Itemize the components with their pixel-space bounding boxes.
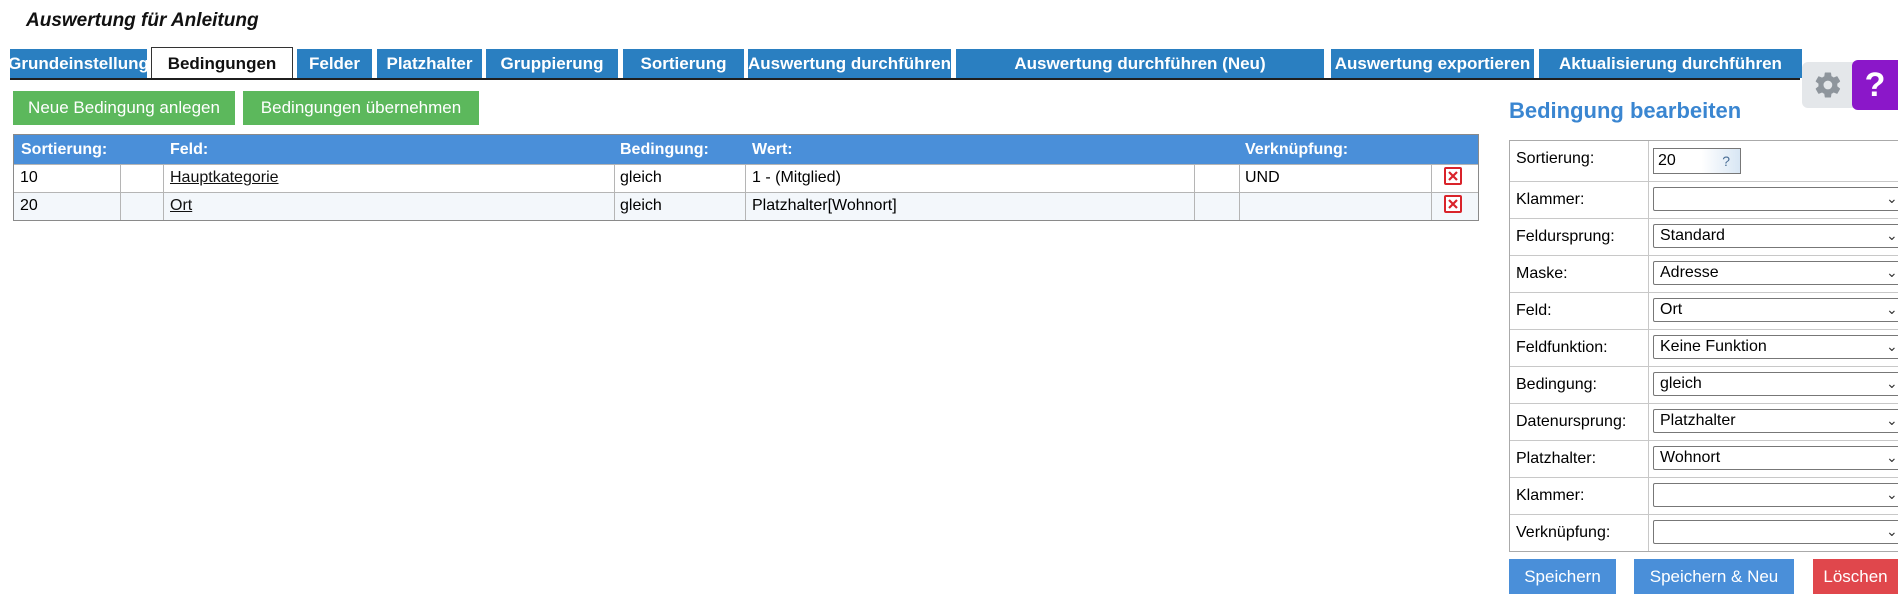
label-klammer-close: Klammer: (1516, 487, 1585, 504)
platzhalter-value: Wohnort (1660, 449, 1721, 466)
help-icon[interactable]: ? (1722, 149, 1730, 173)
tab-aktualisierung-durchfuehren[interactable]: Aktualisierung durchführen (1539, 49, 1802, 78)
chevron-down-icon: ⌄ (1886, 486, 1898, 502)
sortierung-input[interactable]: 20 ? (1653, 148, 1741, 174)
form-row-feldfunktion: Feldfunktion: Keine Funktion ⌄ (1510, 329, 1898, 366)
tab-bedingungen[interactable]: Bedingungen (151, 47, 293, 79)
tab-auswertung-exportieren[interactable]: Auswertung exportieren (1331, 49, 1534, 78)
bedingung-select[interactable]: gleich ⌄ (1653, 372, 1898, 396)
klammer-close-select[interactable]: ⌄ (1653, 483, 1898, 507)
cell-feld-link[interactable]: Hauptkategorie (170, 169, 279, 187)
question-mark-icon: ? (1864, 65, 1886, 104)
tab-grundeinstellung[interactable]: Grundeinstellung (8, 49, 149, 78)
tab-underline (10, 78, 1800, 80)
verknuepfung-select[interactable]: ⌄ (1653, 520, 1898, 544)
save-button[interactable]: Speichern (1509, 559, 1616, 594)
condition-edit-form: Sortierung: 20 ? Klammer: ⌄ Feldursprung… (1509, 140, 1898, 552)
chevron-down-icon: ⌄ (1886, 449, 1898, 465)
label-bedingung: Bedingung: (1516, 376, 1597, 393)
panel-title: Bedingung bearbeiten (1509, 98, 1742, 123)
label-sortierung: Sortierung: (1516, 150, 1595, 167)
save-new-button[interactable]: Speichern & Neu (1634, 559, 1794, 594)
datenursprung-select[interactable]: Platzhalter ⌄ (1653, 409, 1898, 433)
cell-wert: Platzhalter[Wohnort] (752, 197, 897, 214)
cell-feld-link[interactable]: Ort (170, 197, 192, 215)
cell-bedingung: gleich (620, 197, 662, 214)
feldursprung-select[interactable]: Standard ⌄ (1653, 224, 1898, 248)
form-row-klammer-close: Klammer: ⌄ (1510, 477, 1898, 514)
form-row-platzhalter: Platzhalter: Wohnort ⌄ (1510, 440, 1898, 477)
chevron-down-icon: ⌄ (1886, 338, 1898, 354)
header-bedingung: Bedingung: (620, 141, 709, 158)
form-row-feld: Feld: Ort ⌄ (1510, 292, 1898, 329)
label-platzhalter: Platzhalter: (1516, 450, 1597, 467)
label-feldursprung: Feldursprung: (1516, 228, 1615, 245)
form-row-verknuepfung: Verknüpfung: ⌄ (1510, 514, 1898, 551)
chevron-down-icon: ⌄ (1886, 375, 1898, 391)
chevron-down-icon: ⌄ (1886, 264, 1898, 280)
cell-wert: 1 - (Mitglied) (752, 169, 841, 186)
label-maske: Maske: (1516, 265, 1568, 282)
form-row-feldursprung: Feldursprung: Standard ⌄ (1510, 218, 1898, 255)
feld-select[interactable]: Ort ⌄ (1653, 298, 1898, 322)
delete-row-icon[interactable] (1444, 167, 1462, 185)
cell-sortierung: 10 (20, 169, 38, 186)
feldfunktion-select[interactable]: Keine Funktion ⌄ (1653, 335, 1898, 359)
cell-verknuepfung: UND (1245, 169, 1280, 186)
feldfunktion-value: Keine Funktion (1660, 338, 1767, 355)
table-row[interactable]: 10 Hauptkategorie gleich 1 - (Mitglied) … (14, 164, 1478, 192)
gear-icon (1815, 72, 1841, 98)
label-feldfunktion: Feldfunktion: (1516, 339, 1608, 356)
platzhalter-select[interactable]: Wohnort ⌄ (1653, 446, 1898, 470)
chevron-down-icon: ⌄ (1886, 301, 1898, 317)
table-row[interactable]: 20 Ort gleich Platzhalter[Wohnort] (14, 192, 1478, 220)
form-row-datenursprung: Datenursprung: Platzhalter ⌄ (1510, 403, 1898, 440)
datenursprung-value: Platzhalter (1660, 412, 1736, 429)
tab-felder[interactable]: Felder (297, 49, 372, 78)
header-feld: Feld: (170, 141, 209, 158)
delete-button[interactable]: Löschen (1813, 559, 1898, 594)
chevron-down-icon: ⌄ (1886, 190, 1898, 206)
tab-sortierung[interactable]: Sortierung (623, 49, 744, 78)
label-klammer-open: Klammer: (1516, 191, 1585, 208)
chevron-down-icon: ⌄ (1886, 523, 1898, 539)
chevron-down-icon: ⌄ (1886, 227, 1898, 243)
maske-select[interactable]: Adresse ⌄ (1653, 261, 1898, 285)
header-wert: Wert: (752, 141, 793, 158)
form-row-bedingung: Bedingung: gleich ⌄ (1510, 366, 1898, 403)
label-datenursprung: Datenursprung: (1516, 413, 1627, 430)
form-row-sortierung: Sortierung: 20 ? (1510, 141, 1898, 181)
tab-platzhalter[interactable]: Platzhalter (377, 49, 482, 78)
tab-gruppierung[interactable]: Gruppierung (486, 49, 618, 78)
help-button[interactable]: ? (1852, 60, 1898, 110)
delete-row-icon[interactable] (1444, 195, 1462, 213)
chevron-down-icon: ⌄ (1886, 412, 1898, 428)
form-row-maske: Maske: Adresse ⌄ (1510, 255, 1898, 292)
feldursprung-value: Standard (1660, 227, 1725, 244)
header-sortierung: Sortierung: (21, 141, 108, 158)
tab-auswertung-durchfuehren[interactable]: Auswertung durchführen (748, 49, 951, 78)
page-title: Auswertung für Anleitung (26, 10, 259, 31)
bedingung-value: gleich (1660, 375, 1702, 392)
table-header: Sortierung: Feld: Bedingung: Wert: Verkn… (14, 135, 1478, 164)
form-row-klammer-open: Klammer: ⌄ (1510, 181, 1898, 218)
new-condition-button[interactable]: Neue Bedingung anlegen (13, 91, 235, 125)
conditions-table: Sortierung: Feld: Bedingung: Wert: Verkn… (13, 134, 1479, 221)
cell-sortierung: 20 (20, 197, 38, 214)
apply-conditions-button[interactable]: Bedingungen übernehmen (243, 91, 479, 125)
maske-value: Adresse (1660, 264, 1719, 281)
cell-bedingung: gleich (620, 169, 662, 186)
label-feld: Feld: (1516, 302, 1552, 319)
tab-auswertung-durchfuehren-neu[interactable]: Auswertung durchführen (Neu) (956, 49, 1324, 78)
klammer-open-select[interactable]: ⌄ (1653, 187, 1898, 211)
feld-value: Ort (1660, 301, 1683, 318)
settings-button[interactable] (1802, 62, 1854, 108)
label-verknuepfung: Verknüpfung: (1516, 524, 1611, 541)
sortierung-value: 20 (1658, 152, 1676, 169)
header-verknuepfung: Verknüpfung: (1245, 141, 1349, 158)
